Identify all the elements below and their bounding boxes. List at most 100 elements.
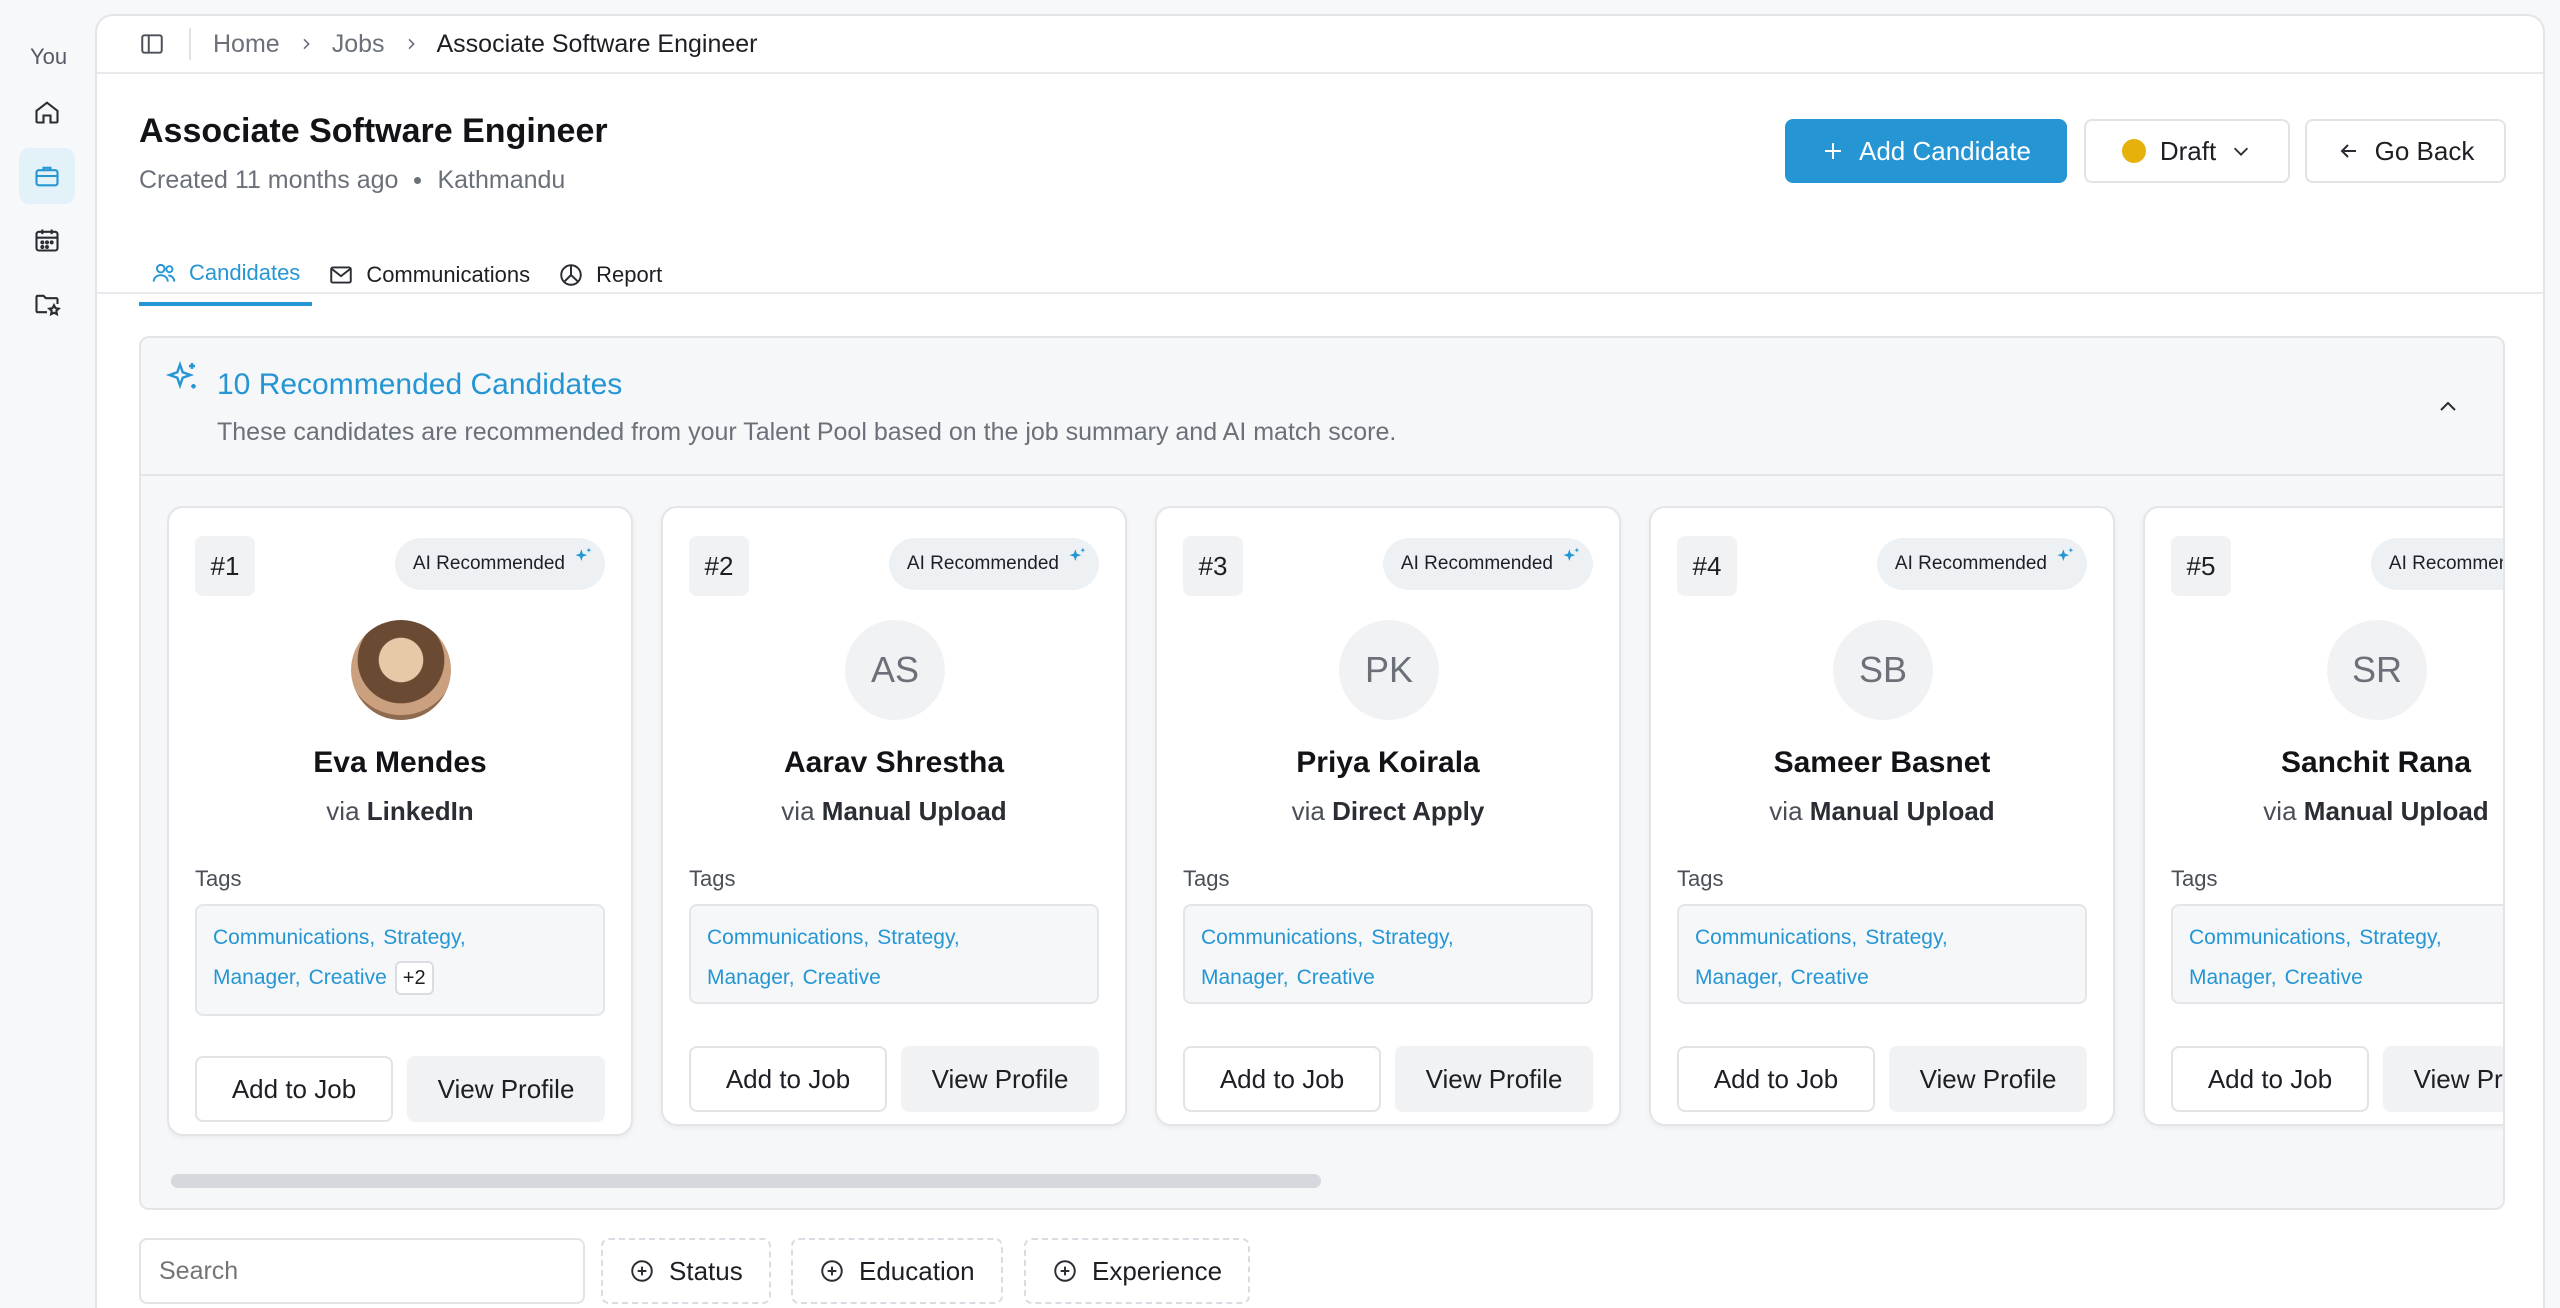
tag: Manager, xyxy=(1695,966,1783,989)
view-profile-button[interactable]: View Profile xyxy=(1395,1046,1593,1112)
calendar-icon xyxy=(35,229,59,252)
collapse-button[interactable] xyxy=(2431,390,2465,424)
sparkles-icon xyxy=(165,360,201,401)
arrow-left-icon xyxy=(2340,144,2356,158)
rank-badge: #2 xyxy=(689,536,749,596)
rank-badge: #5 xyxy=(2171,536,2231,596)
tag: Strategy, xyxy=(1371,926,1454,949)
add-candidate-label: Add Candidate xyxy=(1858,135,2032,166)
tags-box: Communications, Strategy, Manager, Creativ… xyxy=(1183,904,1593,1004)
tab-bar: Candidates Communications Report xyxy=(139,244,678,308)
via-label: via xyxy=(2263,796,2297,826)
add-to-job-button[interactable]: Add to Job xyxy=(1677,1046,1875,1112)
tag: Manager, xyxy=(707,966,795,989)
tag: Strategy, xyxy=(2359,926,2442,949)
add-to-job-button[interactable]: Add to Job xyxy=(1183,1046,1381,1112)
tags-label: Tags xyxy=(2171,866,2218,891)
horizontal-scrollbar[interactable] xyxy=(171,1174,1321,1188)
view-profile-button[interactable]: View Profile xyxy=(407,1056,605,1122)
chevron-right-icon xyxy=(403,36,419,52)
plus-circle-icon xyxy=(631,1260,653,1282)
candidate-card: #4 AI Recommended SB Sameer Basnet via M… xyxy=(1649,506,2115,1126)
created-text: Created 11 months ago xyxy=(139,166,399,194)
rail-home[interactable] xyxy=(19,84,75,140)
tags-label: Tags xyxy=(195,866,242,891)
candidate-source: via Direct Apply xyxy=(1157,796,1619,827)
avatar: AS xyxy=(845,620,945,720)
add-to-job-button[interactable]: Add to Job xyxy=(689,1046,887,1112)
candidate-card: #3 AI Recommended PK Priya Koirala via D… xyxy=(1155,506,1621,1126)
main-panel: Home Jobs Associate Software Engineer As… xyxy=(95,14,2545,1308)
rail-calendar[interactable] xyxy=(19,212,75,268)
filter-label: Status xyxy=(669,1255,743,1286)
home-icon xyxy=(35,101,59,124)
avatar xyxy=(351,620,451,720)
breadcrumb-jobs[interactable]: Jobs xyxy=(332,30,385,59)
search-input[interactable] xyxy=(139,1238,585,1304)
mail-icon xyxy=(330,266,353,284)
sidebar-toggle[interactable] xyxy=(137,29,167,59)
tags-box: Communications, Strategy, Manager, Creativ… xyxy=(1677,904,2087,1004)
tags-box: Communications, Strategy, Manager, Creativ… xyxy=(195,904,605,1016)
tab-label: Communications xyxy=(366,262,531,287)
go-back-button[interactable]: Go Back xyxy=(2305,119,2506,183)
tag: Creative xyxy=(308,966,387,989)
divider xyxy=(189,28,191,60)
tags-label: Tags xyxy=(1183,866,1230,891)
rail-talent-pool[interactable] xyxy=(19,276,75,332)
candidate-name: Sanchit Rana xyxy=(2280,746,2472,779)
avatar: SB xyxy=(1833,620,1933,720)
tag: Manager, xyxy=(2189,966,2277,989)
status-dropdown[interactable]: Draft xyxy=(2084,119,2290,183)
candidate-card: #2 AI Recommended AS Aarav Shrestha via … xyxy=(661,506,1127,1126)
sparkles-icon xyxy=(1561,546,1581,572)
add-to-job-button[interactable]: Add to Job xyxy=(2171,1046,2369,1112)
tag: Communications, xyxy=(707,926,870,949)
sparkles-icon xyxy=(573,546,593,572)
tag: Strategy, xyxy=(383,926,466,949)
rank-badge: #4 xyxy=(1677,536,1737,596)
tag: Creative xyxy=(2284,966,2363,989)
add-candidate-button[interactable]: Add Candidate xyxy=(1785,119,2067,183)
add-to-job-button[interactable]: Add to Job xyxy=(195,1056,393,1122)
filter-label: Education xyxy=(859,1255,975,1286)
tag: Creative xyxy=(1296,966,1375,989)
candidate-card: #1 AI Recommended Eva Mendes via LinkedI… xyxy=(167,506,633,1136)
badge-label: AI Recommended xyxy=(1400,553,1553,574)
tab-report[interactable]: Report xyxy=(546,244,674,306)
tag: Communications, xyxy=(1695,926,1858,949)
view-profile-button[interactable]: View Profile xyxy=(2383,1046,2503,1112)
filter-label: Experience xyxy=(1092,1255,1223,1286)
chevron-up-icon xyxy=(2440,401,2456,411)
candidate-source: via Manual Upload xyxy=(2145,796,2503,827)
experience-filter-button[interactable]: Experience xyxy=(1024,1238,1251,1304)
badge-label: AI Recommended xyxy=(906,553,1059,574)
candidate-name: Eva Mendes xyxy=(313,746,487,779)
breadcrumb-home[interactable]: Home xyxy=(213,30,280,59)
tab-candidates[interactable]: Candidates xyxy=(139,244,313,306)
badge-label: AI Recommended xyxy=(2388,553,2503,574)
source-name: Manual Upload xyxy=(821,796,1007,826)
view-profile-button[interactable]: View Profile xyxy=(1889,1046,2087,1112)
status-filter-button[interactable]: Status xyxy=(601,1238,771,1304)
via-label: via xyxy=(1769,796,1803,826)
rail-jobs[interactable] xyxy=(19,148,75,204)
tab-communications[interactable]: Communications xyxy=(316,244,542,306)
candidate-carousel[interactable]: #1 AI Recommended Eva Mendes via LinkedI… xyxy=(167,506,2503,1146)
tag: Communications, xyxy=(213,926,376,949)
tag: Strategy, xyxy=(877,926,960,949)
candidate-card: #5 AI Recommended SR Sanchit Rana via Ma… xyxy=(2143,506,2503,1126)
view-profile-button[interactable]: View Profile xyxy=(901,1046,1099,1112)
education-filter-button[interactable]: Education xyxy=(791,1238,1003,1304)
tags-box: Communications, Strategy, Manager, Creativ… xyxy=(689,904,1099,1004)
avatar: PK xyxy=(1339,620,1439,720)
folder-star-icon xyxy=(35,294,61,317)
go-back-label: Go Back xyxy=(2374,135,2475,166)
ai-recommended-badge: AI Recommended xyxy=(1382,538,1593,590)
chevron-right-icon xyxy=(298,36,314,52)
more-tags-badge[interactable]: +2 xyxy=(394,961,434,995)
source-name: LinkedIn xyxy=(366,796,474,826)
candidate-name: Sameer Basnet xyxy=(1773,746,1991,779)
rank-badge: #1 xyxy=(195,536,255,596)
tags-box: Communications, Strategy, Manager, Creativ… xyxy=(2171,904,2503,1004)
